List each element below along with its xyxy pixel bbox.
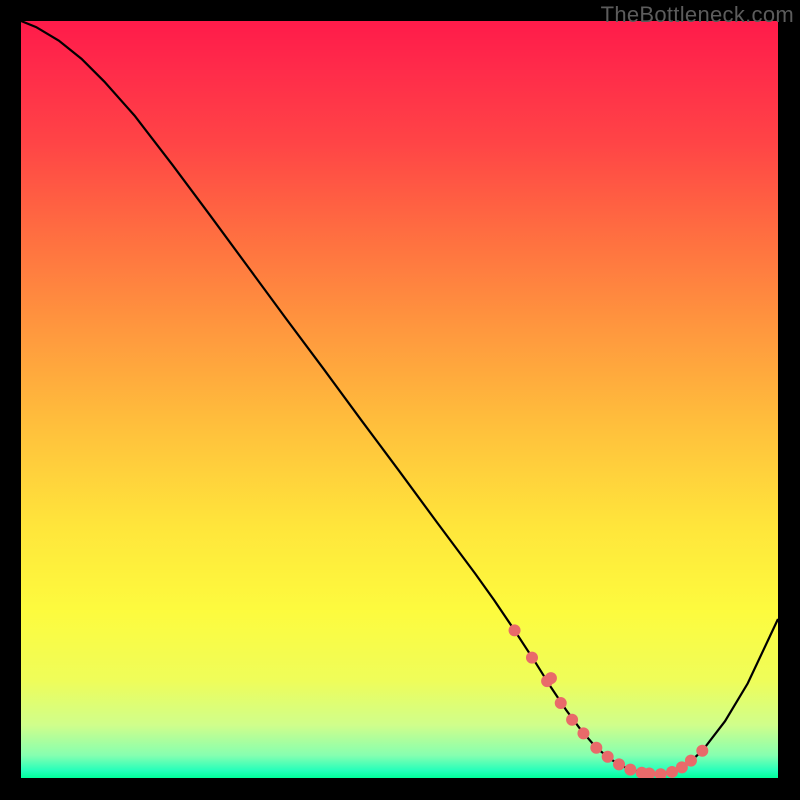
curve-marker <box>613 758 625 770</box>
curve-marker <box>509 624 521 636</box>
curve-marker <box>590 742 602 754</box>
curve-marker <box>602 751 614 763</box>
curve-marker <box>545 672 557 684</box>
curve-marker <box>555 697 567 709</box>
curve-marker <box>624 764 636 776</box>
curve-marker <box>577 727 589 739</box>
bottleneck-curve-plot <box>21 21 778 778</box>
curve-marker <box>696 745 708 757</box>
curve-line <box>21 21 778 774</box>
marker-group <box>509 624 709 778</box>
chart-area <box>21 21 778 778</box>
watermark-text: TheBottleneck.com <box>601 2 794 28</box>
curve-marker <box>526 652 538 664</box>
curve-marker <box>655 768 667 778</box>
curve-marker <box>685 755 697 767</box>
curve-marker <box>566 714 578 726</box>
